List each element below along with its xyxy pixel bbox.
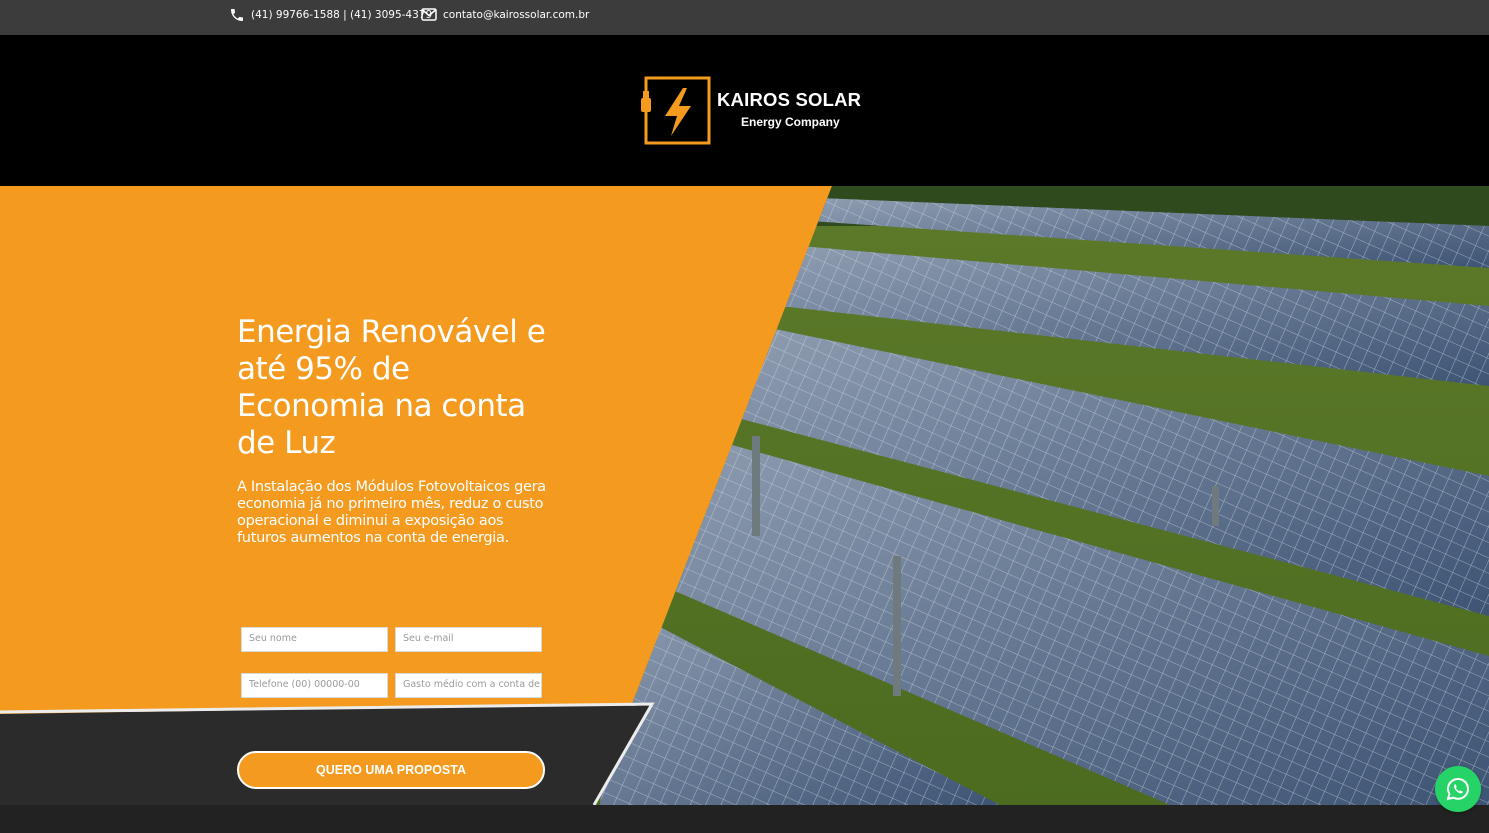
whatsapp-button[interactable]: [1435, 766, 1481, 812]
email-input[interactable]: Seu e-mail: [395, 627, 542, 652]
hero-copy: Energia Renovável e até 95% de Economia …: [237, 314, 557, 547]
whatsapp-icon: [1446, 777, 1470, 801]
phone-input[interactable]: Telefone (00) 00000-00: [241, 673, 388, 698]
email-contact[interactable]: contato@kairossolar.com.br: [421, 8, 589, 21]
top-contact-bar: (41) 99766-1588 | (41) 3095-4379 contato…: [0, 0, 1489, 35]
phone-icon: [231, 9, 243, 21]
site-header: KAIROS SOLAR Energy Company: [0, 35, 1489, 186]
hero-subtitle: A Instalação dos Módulos Fotovoltaicos g…: [237, 479, 546, 546]
logo-title: KAIROS SOLAR: [717, 89, 862, 110]
logo-subtitle: Energy Company: [741, 115, 840, 129]
footer-strip: [0, 805, 1489, 833]
solar-panels-photo: [0, 186, 1489, 805]
name-input[interactable]: Seu nome: [241, 627, 388, 652]
hero-section: Energia Renovável e até 95% de Economia …: [0, 186, 1489, 805]
plug-lightning-icon: [641, 76, 711, 145]
email-address: contato@kairossolar.com.br: [443, 8, 590, 21]
envelope-icon: [421, 8, 437, 21]
logo[interactable]: KAIROS SOLAR Energy Company: [639, 76, 869, 146]
request-proposal-button[interactable]: QUERO UMA PROPOSTA: [237, 751, 545, 789]
phone-numbers: (41) 99766-1588 | (41) 3095-4379: [251, 9, 433, 21]
bill-amount-input[interactable]: Gasto médio com a conta de: [395, 673, 542, 698]
phone-contact[interactable]: (41) 99766-1588 | (41) 3095-4379: [229, 7, 432, 23]
hero-title: Energia Renovável e até 95% de Economia …: [237, 314, 546, 461]
